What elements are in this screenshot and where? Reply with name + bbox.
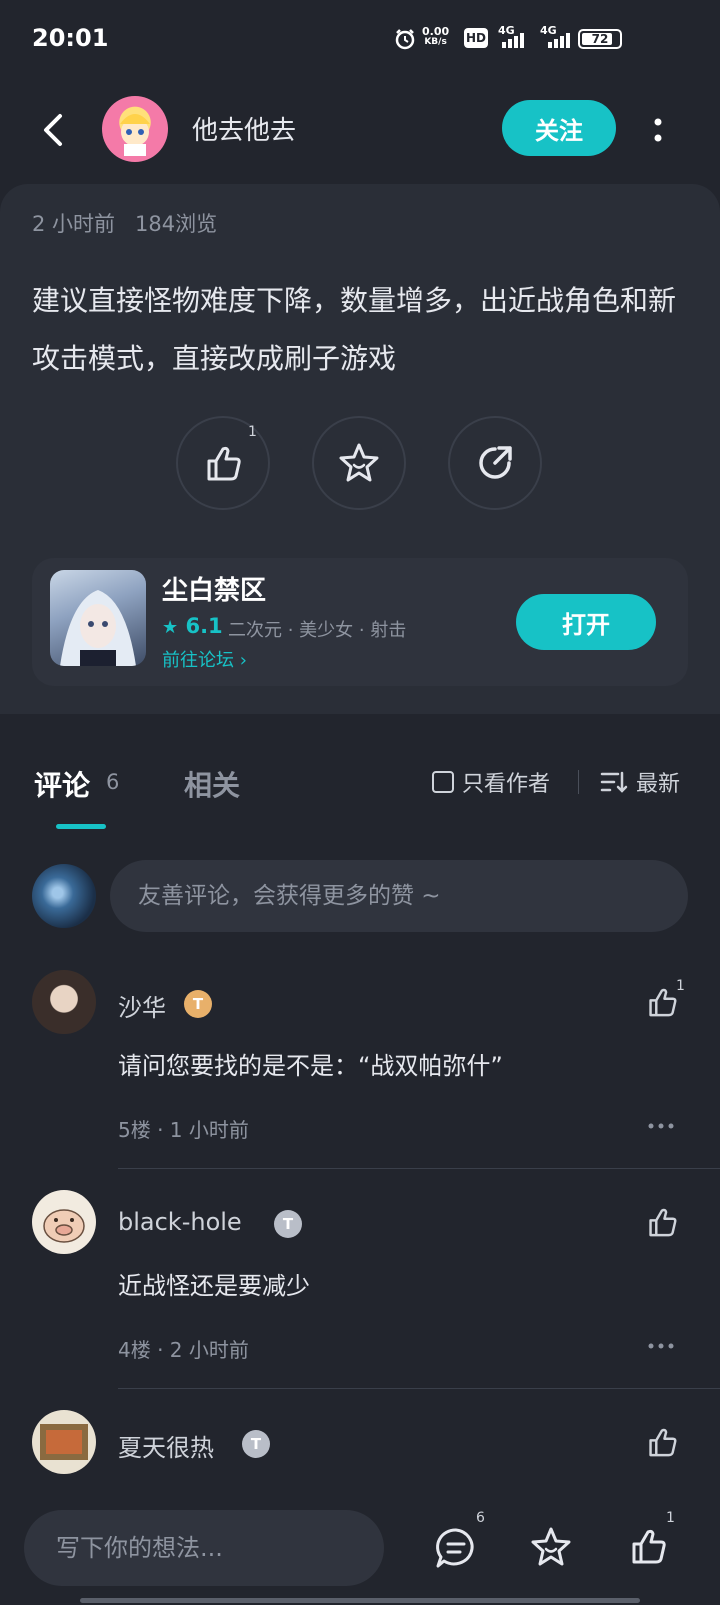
game-name: 尘白禁区 xyxy=(162,576,267,606)
post-body: 建议直接怪物难度下降，数量增多，出近战角色和新攻击模式，直接改成刷子游戏 xyxy=(32,284,677,375)
post-favorite-button[interactable] xyxy=(312,416,406,510)
thumbs-up-icon xyxy=(649,1428,677,1457)
bottom-bar: 写下你的想法... 6 1 xyxy=(0,1490,720,1605)
tab-comments-count: 6 xyxy=(106,770,120,794)
follow-button[interactable]: 关注 xyxy=(502,100,616,156)
tab-indicator xyxy=(56,824,106,829)
comment-avatar[interactable] xyxy=(32,1410,96,1474)
share-icon xyxy=(479,446,512,479)
level-badge-icon: T xyxy=(242,1430,270,1458)
status-time: 20:01 xyxy=(32,24,109,52)
game-forum-link[interactable]: 前往论坛 › xyxy=(162,646,247,672)
star-face-icon xyxy=(339,443,379,482)
comments-button[interactable] xyxy=(434,1526,478,1570)
game-rating: ★ 6.1 xyxy=(162,614,223,638)
like-count: 1 xyxy=(666,1510,675,1526)
comment-like-count: 1 xyxy=(676,978,685,994)
comment-bubble-icon xyxy=(436,1528,474,1568)
filter-divider xyxy=(578,770,579,794)
sort-button[interactable]: 最新 xyxy=(600,766,680,798)
signal-label-2: 4G xyxy=(498,24,515,37)
comment-meta: 5楼 · 1 小时前 xyxy=(118,1118,249,1142)
comment-divider xyxy=(118,1388,720,1389)
favorite-button[interactable] xyxy=(528,1524,574,1570)
author-name[interactable]: 他去他去 xyxy=(192,110,296,147)
level-badge-icon: T xyxy=(274,1210,302,1238)
thumbs-up-icon xyxy=(207,446,241,481)
like-button[interactable] xyxy=(626,1524,670,1568)
signal-icon-2 xyxy=(546,30,576,48)
thumbs-up-icon xyxy=(649,988,677,1017)
more-horizontal-icon[interactable] xyxy=(648,1122,674,1130)
star-face-icon xyxy=(531,1527,571,1566)
game-card[interactable]: 尘白禁区 ★ 6.1 二次元 · 美少女 · 射击 前往论坛 › 打开 xyxy=(32,558,688,686)
comment-like-button[interactable] xyxy=(644,1424,680,1460)
comment-author[interactable]: black-hole xyxy=(118,1208,242,1236)
tab-comments[interactable]: 评论 xyxy=(34,764,90,804)
tab-related[interactable]: 相关 xyxy=(184,764,240,804)
post-like-count: 1 xyxy=(248,424,257,440)
star-icon: ★ xyxy=(162,617,179,638)
bottom-comment-input[interactable]: 写下你的想法... xyxy=(24,1510,384,1586)
only-author-toggle[interactable]: 只看作者 xyxy=(432,766,550,798)
comment-avatar[interactable] xyxy=(32,1190,96,1254)
comment-input[interactable]: 友善评论，会获得更多的赞 ~ xyxy=(110,860,688,932)
hd-icon: HD xyxy=(464,28,488,48)
chevron-right-icon: › xyxy=(239,650,247,671)
comment-divider xyxy=(118,1168,720,1169)
level-badge-icon: T xyxy=(184,990,212,1018)
game-tags: 二次元 · 美少女 · 射击 xyxy=(228,620,407,641)
more-horizontal-icon[interactable] xyxy=(648,1342,674,1350)
game-icon[interactable] xyxy=(50,570,146,666)
open-game-button[interactable]: 打开 xyxy=(516,594,656,650)
post-card: 2 小时前 184浏览 建议直接怪物难度下降，数量增多，出近战角色和新攻击模式，… xyxy=(0,184,720,714)
back-arrow-icon[interactable] xyxy=(36,106,72,154)
checkbox-icon[interactable] xyxy=(432,771,454,793)
thumbs-up-icon xyxy=(632,1529,666,1564)
comments-count: 6 xyxy=(476,1510,485,1526)
home-indicator xyxy=(80,1598,640,1603)
my-avatar[interactable] xyxy=(32,864,96,928)
battery-icon: 72 xyxy=(578,29,622,49)
comment-author[interactable]: 沙华 xyxy=(118,988,166,1023)
comment-avatar[interactable] xyxy=(32,970,96,1034)
author-avatar[interactable] xyxy=(102,96,168,162)
comment-text: 请问您要找的是不是：“战双帕弥什” xyxy=(118,1052,503,1080)
net-speed: 0.00 KB/s xyxy=(422,25,450,47)
comment-author[interactable]: 夏天很热 xyxy=(118,1428,214,1463)
post-meta: 2 小时前 184浏览 xyxy=(32,212,218,236)
alarm-icon xyxy=(394,28,416,50)
sort-icon xyxy=(600,771,628,793)
status-bar: 20:01 0.00 KB/s HD 4G 4G 72 xyxy=(0,0,720,80)
comment-meta: 4楼 · 2 小时前 xyxy=(118,1338,249,1362)
comment-like-button[interactable] xyxy=(644,1204,680,1240)
header: 他去他去 关注 xyxy=(0,80,720,180)
comment-text: 近战怪还是要减少 xyxy=(118,1272,310,1300)
comment-like-button[interactable] xyxy=(644,984,680,1020)
thumbs-up-icon xyxy=(649,1208,677,1237)
post-share-button[interactable] xyxy=(448,416,542,510)
more-vertical-icon[interactable] xyxy=(648,110,668,150)
